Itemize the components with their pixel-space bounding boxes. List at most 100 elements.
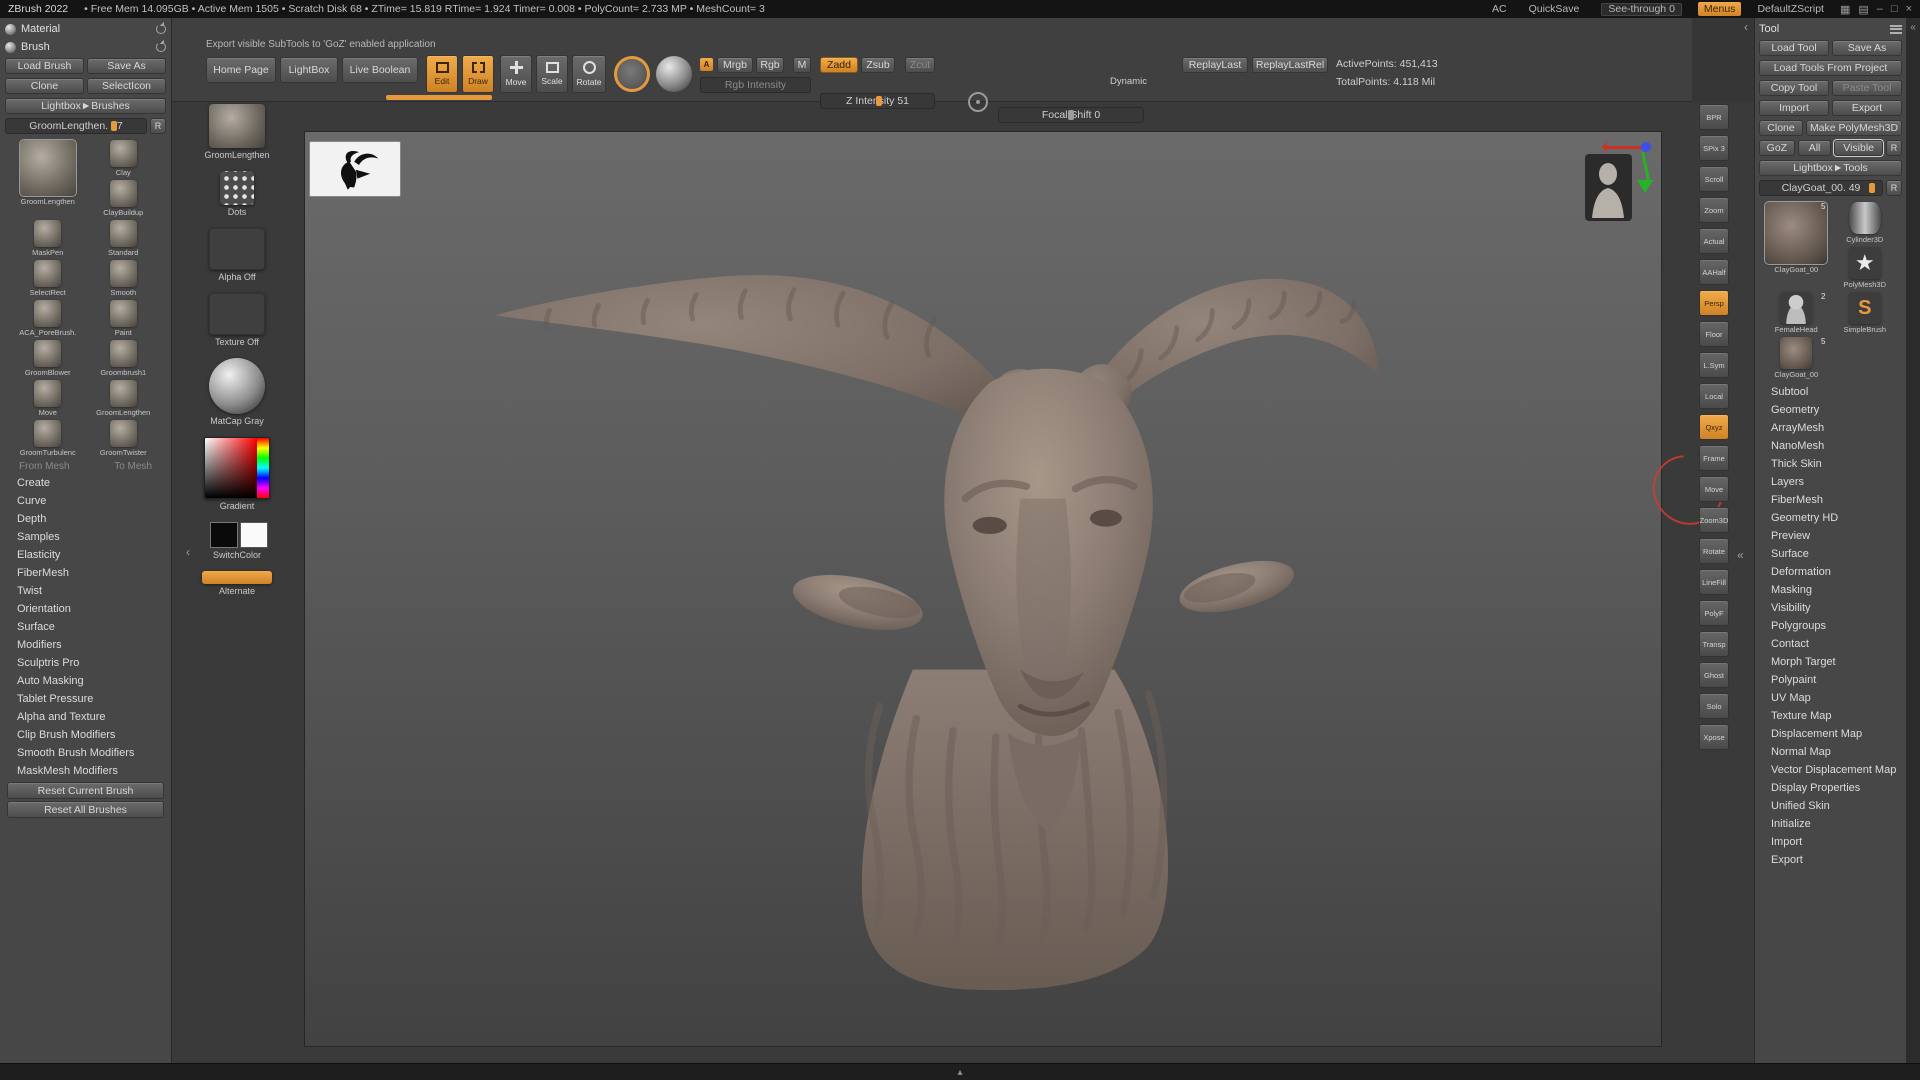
right-shelf-button[interactable]: Ghost — [1699, 662, 1729, 688]
brush-section-item[interactable]: Surface — [5, 618, 166, 636]
right-shelf-button[interactable]: Solo — [1699, 693, 1729, 719]
right-shelf-button[interactable]: Move — [1699, 476, 1729, 502]
load-brush-button[interactable]: Load Brush — [5, 58, 84, 74]
panel-expand-icon[interactable]: « — [1910, 22, 1916, 33]
tool-section-item[interactable]: Layers — [1759, 473, 1902, 491]
mrgb-button[interactable]: Mrgb — [717, 57, 753, 73]
tool-section-item[interactable]: Vector Displacement Map — [1759, 761, 1902, 779]
brush-section-item[interactable]: Auto Masking — [5, 672, 166, 690]
brush-section-item[interactable]: Clip Brush Modifiers — [5, 726, 166, 744]
brush-section-item[interactable]: Sculptris Pro — [5, 654, 166, 672]
tool-slider[interactable]: ClayGoat_00. 49 — [1759, 180, 1883, 196]
brush-item[interactable]: MaskPen — [13, 220, 83, 257]
brush-item[interactable]: GroomTwister — [89, 420, 159, 457]
tool-section-item[interactable]: Normal Map — [1759, 743, 1902, 761]
lightbox-tools-button[interactable]: Lightbox►Tools — [1759, 160, 1902, 176]
brush-section-item[interactable]: Orientation — [5, 600, 166, 618]
load-tool-button[interactable]: Load Tool — [1759, 40, 1829, 56]
tool-slider-marker[interactable] — [1869, 183, 1875, 193]
tray-item[interactable]: SwitchColor — [206, 522, 268, 560]
mesh-button[interactable]: From Mesh — [19, 461, 70, 472]
menus-button[interactable]: Menus — [1698, 2, 1742, 16]
tool-section-item[interactable]: Preview — [1759, 527, 1902, 545]
tool-item[interactable]: PolyMesh3D — [1834, 247, 1897, 289]
tool-section-item[interactable]: Export — [1759, 851, 1902, 869]
brush-item[interactable]: ClayBuildup — [89, 180, 159, 217]
right-shelf-button[interactable]: Qxyz — [1699, 414, 1729, 440]
focal-shift-slider[interactable]: Focal Shift 0 — [998, 107, 1144, 123]
tool-panel-header[interactable]: Tool — [1759, 20, 1902, 38]
export-tool-button[interactable]: Export — [1832, 100, 1902, 116]
material-preview-sphere[interactable] — [656, 56, 692, 92]
brush-section-item[interactable]: MaskMesh Modifiers — [5, 762, 166, 780]
goz-all-button[interactable]: All — [1798, 140, 1832, 156]
home-page-button[interactable]: Home Page — [206, 57, 276, 83]
right-shelf-button[interactable]: Transp — [1699, 631, 1729, 657]
save-brush-as-button[interactable]: Save As — [87, 58, 166, 74]
brush-section-item[interactable]: Twist — [5, 582, 166, 600]
brush-slider-marker[interactable] — [111, 121, 117, 131]
tool-section-item[interactable]: Subtool — [1759, 383, 1902, 401]
tool-panel-collapse-icon[interactable]: ‹ — [1744, 20, 1748, 34]
tray-item[interactable]: Texture Off — [209, 293, 265, 347]
brush-section-item[interactable]: Tablet Pressure — [5, 690, 166, 708]
right-shelf-button[interactable]: PolyF — [1699, 600, 1729, 626]
brush-section-item[interactable]: Modifiers — [5, 636, 166, 654]
tool-section-item[interactable]: ArrayMesh — [1759, 419, 1902, 437]
brush-panel-header[interactable]: Brush — [5, 38, 166, 56]
edit-mode-button[interactable]: Edit — [426, 55, 458, 93]
tool-item[interactable]: 5 ClayGoat_00 — [1765, 202, 1828, 289]
m-button[interactable]: M — [793, 57, 811, 73]
tool-section-item[interactable]: Unified Skin — [1759, 797, 1902, 815]
zadd-button[interactable]: Zadd — [820, 57, 858, 73]
brush-section-item[interactable]: Create — [5, 474, 166, 492]
rgb-button[interactable]: Rgb — [756, 57, 784, 73]
goz-restore-button[interactable]: R — [1886, 140, 1902, 156]
right-shelf-button[interactable]: Scroll — [1699, 166, 1729, 192]
dynamic-label[interactable]: Dynamic — [1110, 76, 1147, 87]
zcut-button[interactable]: Zcut — [905, 57, 935, 73]
window-control-icon[interactable]: ▦ — [1840, 3, 1850, 16]
alpha-silhouette-thumbnail[interactable] — [309, 141, 401, 197]
z-intensity-slider[interactable]: Z Intensity 51 — [820, 93, 935, 109]
tray-thumbnail[interactable] — [209, 358, 265, 414]
right-shelf-button[interactable]: Zoom3D — [1699, 507, 1729, 533]
tool-section-item[interactable]: Geometry HD — [1759, 509, 1902, 527]
replay-last-rel-button[interactable]: ReplayLastRel — [1252, 57, 1328, 73]
brush-item[interactable]: Standard — [89, 220, 159, 257]
brush-section-item[interactable]: Smooth Brush Modifiers — [5, 744, 166, 762]
bottom-tray-expand-icon[interactable]: ▴ — [957, 1067, 962, 1078]
reset-brush-button[interactable]: Reset All Brushes — [7, 801, 164, 818]
brush-refresh-icon[interactable] — [156, 42, 166, 52]
right-shelf-button[interactable]: BPR — [1699, 104, 1729, 130]
right-shelf-button[interactable]: SPix 3 — [1699, 135, 1729, 161]
clone-tool-button[interactable]: Clone — [1759, 120, 1803, 136]
tool-section-item[interactable]: Display Properties — [1759, 779, 1902, 797]
shelf-divider-icon[interactable]: « — [1737, 548, 1744, 562]
tray-item[interactable]: Gradient — [204, 437, 270, 511]
brush-section-item[interactable]: Curve — [5, 492, 166, 510]
clone-brush-button[interactable]: Clone — [5, 78, 84, 94]
tray-item[interactable]: Dots — [220, 171, 254, 217]
mesh-button[interactable]: To Mesh — [114, 461, 152, 472]
tray-thumbnail[interactable] — [202, 571, 272, 584]
zsub-button[interactable]: Zsub — [861, 57, 895, 73]
tool-section-item[interactable]: Deformation — [1759, 563, 1902, 581]
tray-thumbnail[interactable] — [206, 522, 268, 548]
right-shelf-button[interactable]: Local — [1699, 383, 1729, 409]
tray-thumbnail[interactable] — [220, 171, 254, 205]
tool-section-item[interactable]: Contact — [1759, 635, 1902, 653]
brush-section-item[interactable]: Depth — [5, 510, 166, 528]
move-mode-button[interactable]: Move — [500, 55, 532, 93]
brush-item[interactable]: Move — [13, 380, 83, 417]
tool-section-item[interactable]: Morph Target — [1759, 653, 1902, 671]
brush-section-item[interactable]: Alpha and Texture — [5, 708, 166, 726]
right-shelf-button[interactable]: Rotate — [1699, 538, 1729, 564]
brush-item[interactable]: GroomTurbulenc — [13, 420, 83, 457]
tool-menu-icon[interactable] — [1890, 25, 1902, 34]
brush-intensity-slider[interactable]: GroomLengthen. 77 — [5, 118, 147, 134]
window-control-icon[interactable]: × — [1906, 3, 1912, 16]
tray-thumbnail[interactable] — [209, 228, 265, 270]
window-control-icon[interactable]: □ — [1891, 3, 1898, 16]
reset-brush-button[interactable]: Reset Current Brush — [7, 782, 164, 799]
